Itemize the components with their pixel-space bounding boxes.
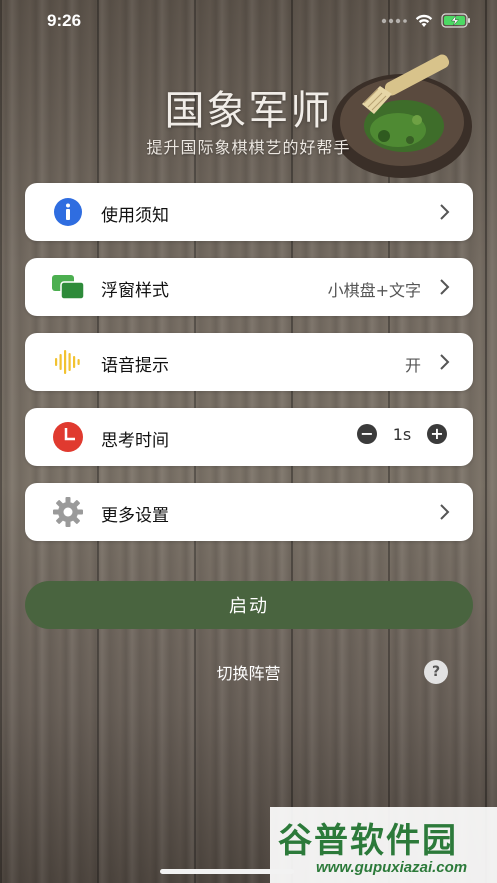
watermark-title: 谷普软件园 — [278, 821, 458, 861]
increase-time-button[interactable]: + — [427, 424, 447, 444]
chevron-right-icon — [440, 354, 450, 370]
signal-dots-icon — [381, 18, 407, 23]
menu-item-usage-notice[interactable]: 使用须知 — [25, 183, 473, 241]
think-time-stepper: − 1s + — [357, 424, 447, 444]
menu-item-think-time: 思考时间 − 1s + — [25, 408, 473, 466]
menu-item-value: 小棋盘+文字 — [327, 281, 421, 300]
voice-wave-icon — [51, 346, 85, 378]
float-window-icon — [51, 271, 85, 303]
chevron-right-icon — [440, 279, 450, 295]
menu-item-float-style[interactable]: 浮窗样式 小棋盘+文字 — [25, 258, 473, 316]
switch-camp-link[interactable]: 切换阵营 — [0, 660, 497, 684]
app-subtitle: 提升国际象棋棋艺的好帮手 — [146, 138, 351, 157]
watermark-url: www.gupuxiazai.com — [316, 859, 468, 876]
menu-item-value: 开 — [404, 356, 421, 375]
wifi-icon — [415, 14, 433, 27]
menu-item-voice-prompt[interactable]: 语音提示 开 — [25, 333, 473, 391]
chevron-right-icon — [440, 504, 450, 520]
battery-charging-icon — [441, 13, 470, 28]
watermark: 谷普软件园 www.gupuxiazai.com — [270, 807, 497, 883]
decrease-time-button[interactable]: − — [357, 424, 377, 444]
start-button[interactable]: 启动 — [25, 581, 473, 629]
menu-item-label: 使用须知 — [101, 206, 169, 226]
think-time-value: 1s — [392, 424, 412, 444]
menu-item-label: 语音提示 — [101, 356, 169, 376]
menu-item-label: 浮窗样式 — [101, 281, 169, 301]
app-title: 国象军师 — [164, 88, 333, 134]
clock-icon — [51, 421, 85, 453]
menu-item-more-settings[interactable]: 更多设置 — [25, 483, 473, 541]
help-icon[interactable]: ? — [424, 660, 448, 684]
status-bar: 9:26 — [0, 0, 497, 44]
status-icons — [381, 13, 471, 28]
home-indicator[interactable] — [160, 869, 294, 874]
status-time: 9:26 — [47, 11, 82, 30]
info-icon — [51, 196, 85, 228]
menu-item-label: 更多设置 — [101, 506, 169, 526]
gear-icon — [51, 496, 85, 528]
menu-item-label: 思考时间 — [101, 431, 169, 451]
chevron-right-icon — [440, 204, 450, 220]
